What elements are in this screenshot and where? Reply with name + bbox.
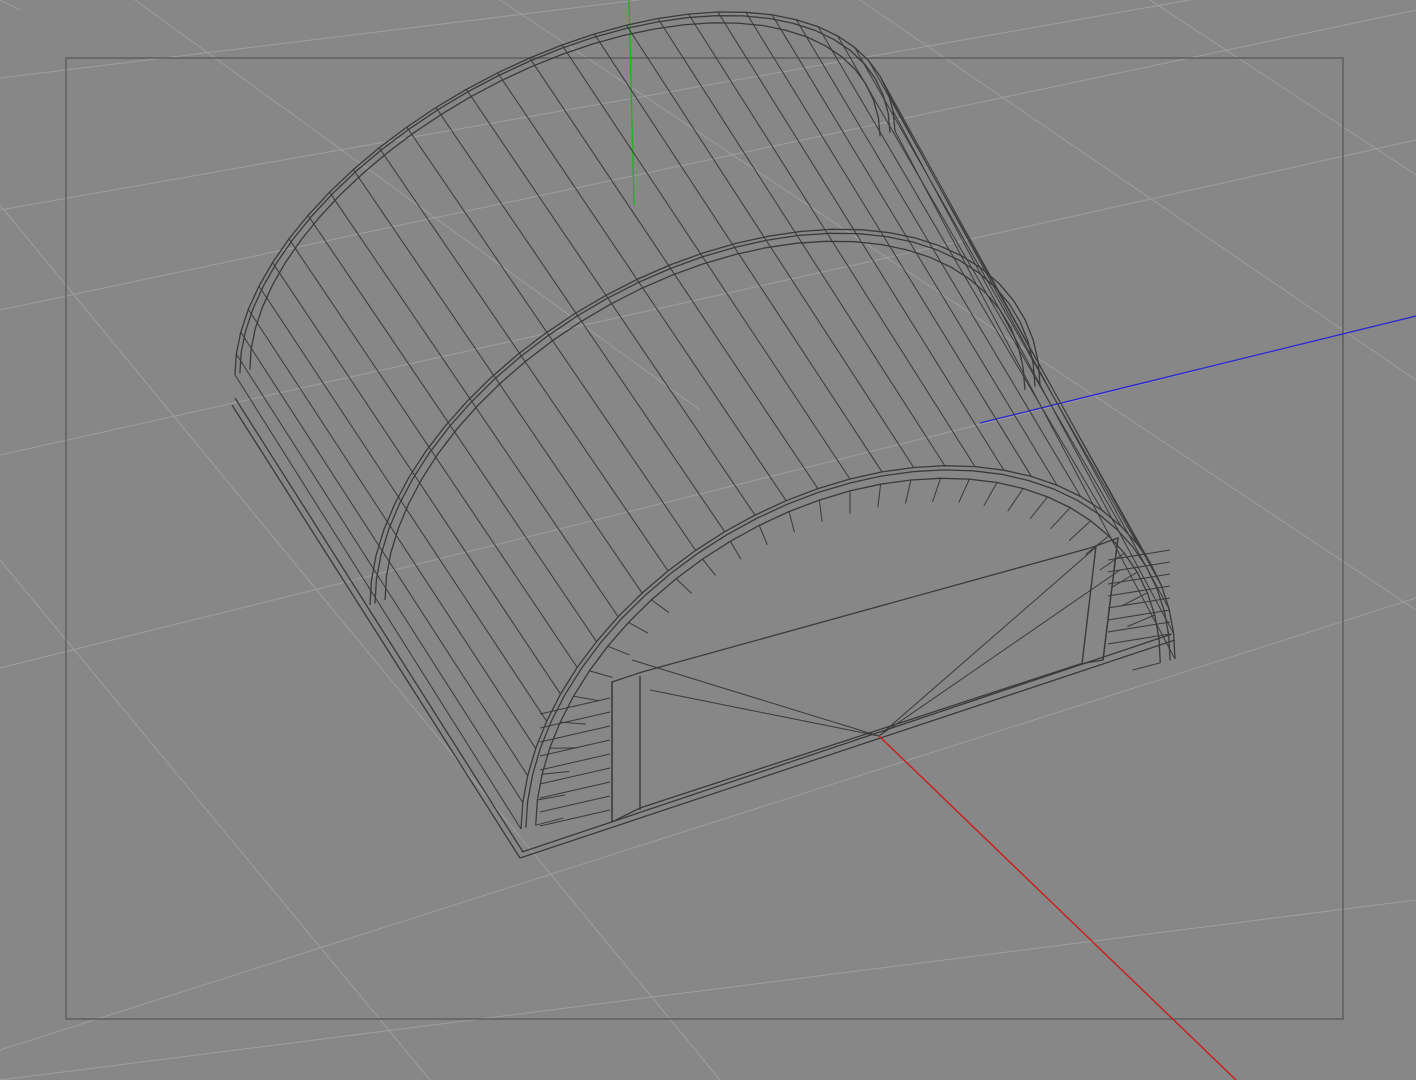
3d-viewport[interactable] [0,0,1416,1080]
grid-line [0,204,721,1080]
end-wall-plank [539,809,611,827]
middle-rib-arch [384,240,1026,601]
grid-line [1149,0,1416,176]
front-rib-arch [535,477,1161,826]
end-wall-plank [539,753,611,771]
end-wall-segment [877,484,882,508]
grid-line [0,0,21,11]
end-wall-segment [1068,520,1092,541]
end-wall-plank [539,767,611,785]
end-wall-plank [1107,549,1171,561]
end-wall-plank [539,725,611,743]
roof-panel-seam [837,35,1122,527]
end-wall-segment [589,670,613,678]
end-wall-segment [788,511,795,533]
end-wall-segment [958,478,970,503]
end-wall-segment [1029,496,1049,520]
grid-line [0,139,1416,456]
roof-panel-seam [406,126,697,551]
base-sill [234,397,524,853]
end-wall-segment [651,599,670,614]
end-wall-segment [758,525,768,546]
roof-panel-seam [329,191,619,618]
scene-canvas[interactable] [0,0,1416,1080]
door-post [1081,545,1097,665]
grid-line [499,0,1416,611]
front-rib-arch [525,469,1171,828]
end-wall-plank [539,781,611,799]
roof-panel-seam [465,89,756,516]
end-wall-plank [1107,609,1171,621]
end-wall-segment [818,500,823,522]
end-wall-segment [573,695,599,702]
end-wall-segment [607,645,630,656]
end-wall-segment [702,558,717,576]
roof-panel-seam [868,60,1152,565]
truss-line [649,689,880,737]
end-wall-segment [1050,507,1071,530]
roof-panel-seam [561,44,851,480]
roof-panel-seam [817,26,1103,511]
roof-panel-seam [688,13,976,467]
roof-panel-seam [247,309,537,749]
end-wall-segment [1099,552,1125,571]
end-wall-plank [1107,633,1171,645]
roof-panel-seam [529,57,819,489]
end-wall-plank [539,697,611,715]
end-wall-segment [675,578,692,594]
grid-line [0,597,1416,1051]
base-sill [519,639,1176,859]
roof-panel-seam [771,14,1058,486]
roof-panel-seam [795,19,1082,497]
z-axis-line [979,315,1416,424]
end-wall-segment [904,479,912,504]
roof-panel-seam [879,75,1162,586]
middle-rib-arch [374,232,1036,604]
x-axis-line [878,735,1237,1080]
grid-line [0,0,643,79]
hangar-door-opening [611,537,1119,824]
truss-line [631,659,880,737]
grid-line [0,559,431,1080]
roof-panel-seam [497,72,787,501]
hangar-wireframe-model[interactable] [231,11,1176,859]
end-wall-segment [1132,662,1161,671]
end-wall-segment [542,771,570,775]
door-post [1102,537,1119,661]
end-wall-plank [1107,561,1171,573]
end-wall-plank [1107,621,1171,633]
roof-panel-seam [235,353,524,803]
roof-panel-seam [378,147,669,572]
roof-panel-seam [234,374,522,830]
roof-panel-seam [288,238,578,668]
back-rib-arch [249,22,881,370]
end-wall-plank [1107,597,1171,609]
grid-line [134,0,701,411]
base-sill [231,404,521,859]
roof-panel-seam [887,92,1170,610]
end-wall-plank [539,795,611,813]
end-wall-segment [983,482,998,507]
end-wall-segment [1007,488,1024,512]
base-sill [521,633,1173,853]
grid-line [0,0,1193,211]
roof-panel-seam [657,18,946,467]
ground-grid [0,0,1416,1080]
grid-line [0,899,1416,1080]
roof-panel-seam [593,33,883,473]
end-wall-segment [729,540,742,560]
end-wall-segment [628,622,649,634]
roof-panel-seam [352,169,643,594]
front-rib-arch [520,465,1176,830]
end-wall-segment [932,478,942,503]
